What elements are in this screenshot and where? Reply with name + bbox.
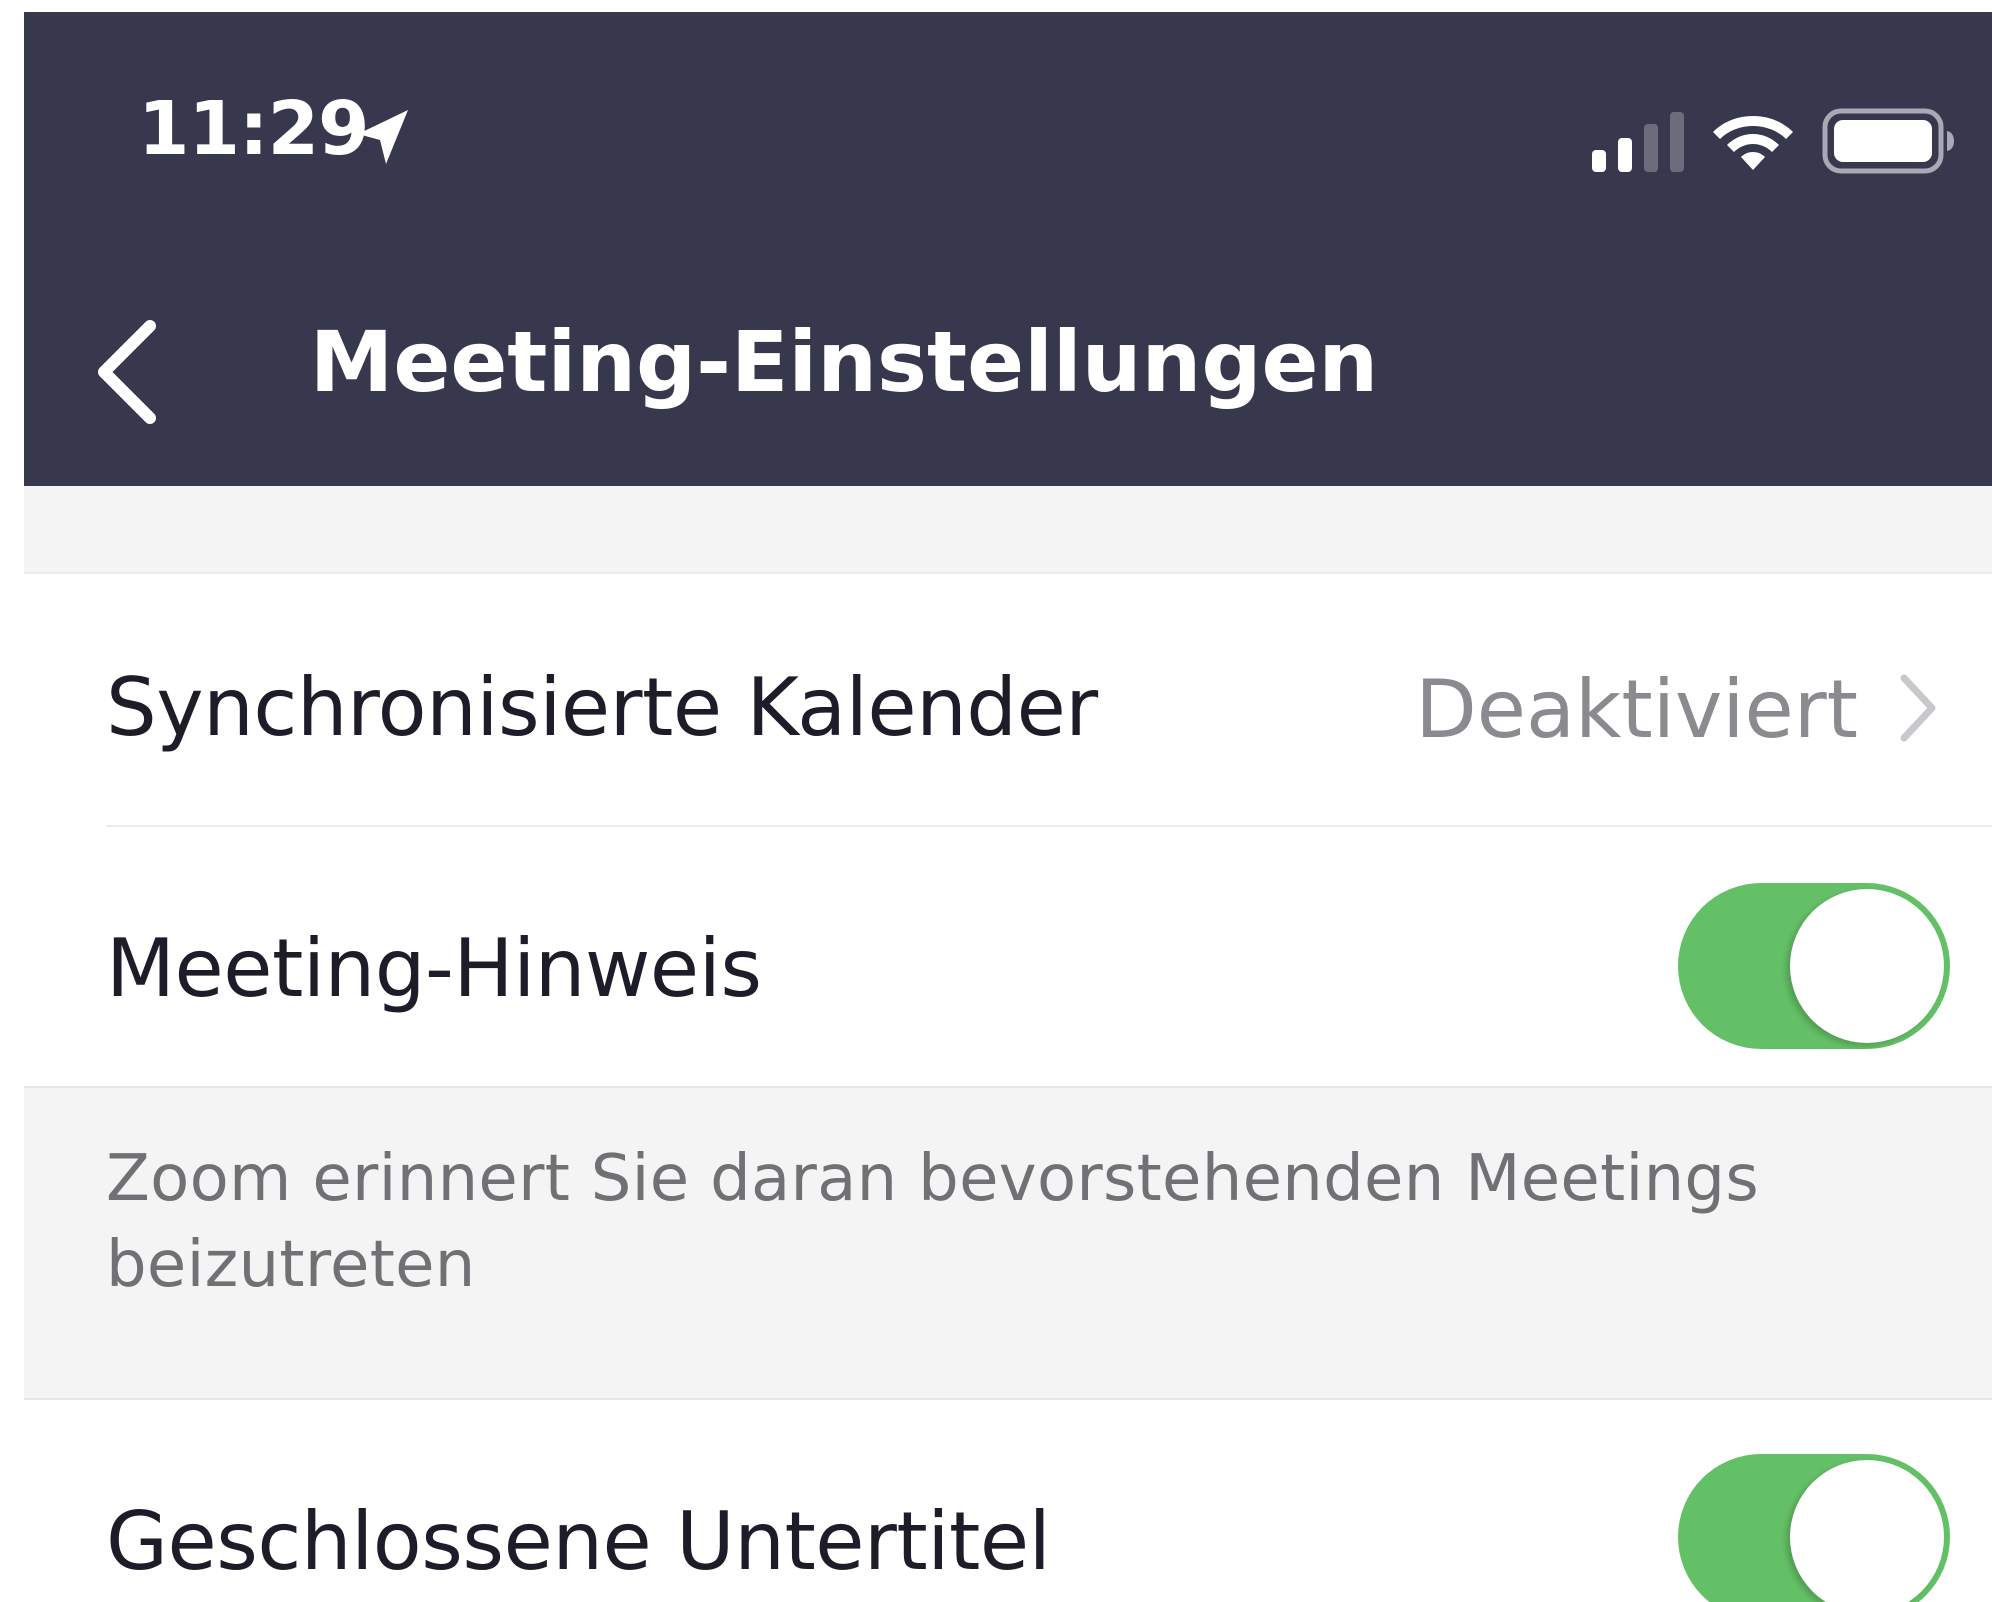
synced-calendars-row[interactable]: Synchronisierte Kalender Deaktiviert: [24, 574, 1992, 836]
closed-captions-toggle[interactable]: [1678, 1454, 1950, 1602]
chevron-right-icon: [1900, 674, 1936, 742]
meeting-reminder-label: Meeting-Hinweis: [106, 922, 762, 1015]
toggle-knob: [1790, 889, 1944, 1043]
meeting-reminder-toggle[interactable]: [1678, 883, 1950, 1049]
meeting-reminder-hint-section: Zoom erinnert Sie daran bevorstehenden M…: [24, 1086, 1992, 1400]
section-spacer: [24, 486, 1992, 574]
toggle-knob: [1790, 1460, 1944, 1602]
closed-captions-row: Geschlossene Untertitel: [24, 1400, 1992, 1602]
wifi-icon: [1713, 116, 1793, 170]
meeting-reminder-row: Meeting-Hinweis: [24, 827, 1992, 1086]
synced-calendars-value: Deaktiviert: [1415, 663, 1858, 756]
back-button[interactable]: [64, 302, 184, 442]
location-arrow-icon: [358, 110, 408, 164]
closed-captions-label: Geschlossene Untertitel: [106, 1495, 1051, 1588]
status-time: 11:29: [138, 86, 370, 172]
page-title: Meeting-Einstellungen: [309, 313, 1379, 411]
meeting-reminder-hint: Zoom erinnert Sie daran bevorstehenden M…: [106, 1142, 1760, 1302]
header: 11:29 Meeting-Einstellungen: [24, 12, 1992, 486]
settings-screen: 11:29 Meeting-Einstellungen Synchronisie…: [24, 12, 1992, 1602]
battery-icon: [1822, 108, 1954, 174]
synced-calendars-label: Synchronisierte Kalender: [106, 661, 1098, 754]
cellular-signal-icon: [1592, 112, 1684, 172]
chevron-left-icon: [98, 320, 156, 424]
